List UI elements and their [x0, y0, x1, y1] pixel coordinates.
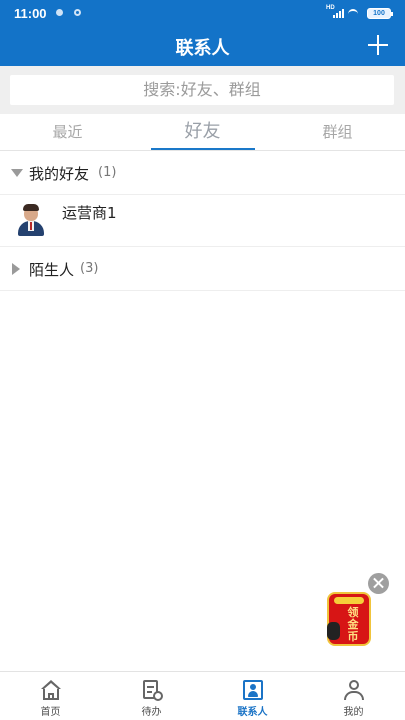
- cartoon-figure-icon: [327, 622, 340, 640]
- bottom-navigation: 首页 待办 联系人 我的: [0, 671, 405, 720]
- status-time: 11:00: [14, 6, 47, 21]
- nav-label: 首页: [40, 707, 61, 718]
- user-icon: [343, 680, 365, 700]
- wifi-icon: [348, 9, 358, 17]
- expand-right-icon: [12, 263, 20, 275]
- notification-dot-icon: [56, 9, 63, 16]
- status-bar: 11:00 HD 100: [0, 0, 405, 26]
- add-contact-button[interactable]: [364, 31, 392, 59]
- group-strangers[interactable]: 陌生人 (3): [0, 247, 405, 291]
- battery-icon: 100: [367, 8, 393, 19]
- gold-cap-icon: [334, 597, 364, 604]
- active-tab-indicator: [151, 148, 255, 150]
- contact-tabs: 最近 好友 群组: [0, 114, 405, 151]
- search-bar: 搜索:好友、群组: [0, 66, 405, 114]
- search-input[interactable]: 搜索:好友、群组: [10, 75, 394, 105]
- tab-recent[interactable]: 最近: [0, 114, 135, 150]
- nav-contacts[interactable]: 联系人: [202, 672, 303, 720]
- contacts-screen: 11:00 HD 100 联系人 搜索:好友、群组 最近 好友 群组 我的好友 …: [0, 0, 405, 720]
- group-count: (3): [80, 261, 99, 276]
- group-my-friends[interactable]: 我的好友 (1): [0, 151, 405, 195]
- todo-icon: [141, 680, 163, 701]
- avatar: [16, 204, 46, 236]
- home-icon: [40, 680, 62, 700]
- tab-friends[interactable]: 好友: [135, 114, 270, 150]
- nav-label: 联系人: [237, 707, 268, 718]
- nav-label: 我的: [343, 707, 364, 718]
- contact-name: 运营商1: [62, 204, 117, 222]
- nav-todo[interactable]: 待办: [101, 672, 202, 720]
- contacts-icon: [242, 680, 264, 700]
- nav-label: 待办: [141, 707, 162, 718]
- expand-down-icon: [11, 169, 23, 177]
- ad-label: 领金币: [347, 606, 359, 643]
- coin-reward-ad[interactable]: 领金币: [327, 592, 371, 646]
- nav-me[interactable]: 我的: [303, 672, 404, 720]
- app-header: 11:00 HD 100 联系人: [0, 0, 405, 66]
- group-name: 我的好友: [29, 165, 90, 183]
- tab-groups[interactable]: 群组: [270, 114, 405, 150]
- notification-ring-icon: [74, 9, 81, 16]
- group-count: (1): [98, 165, 117, 180]
- page-title: 联系人: [175, 38, 230, 59]
- contact-row[interactable]: 运营商1: [0, 195, 405, 247]
- nav-home[interactable]: 首页: [0, 672, 101, 720]
- signal-icon: [333, 9, 345, 18]
- group-name: 陌生人: [29, 261, 75, 279]
- ad-close-button[interactable]: [368, 573, 389, 594]
